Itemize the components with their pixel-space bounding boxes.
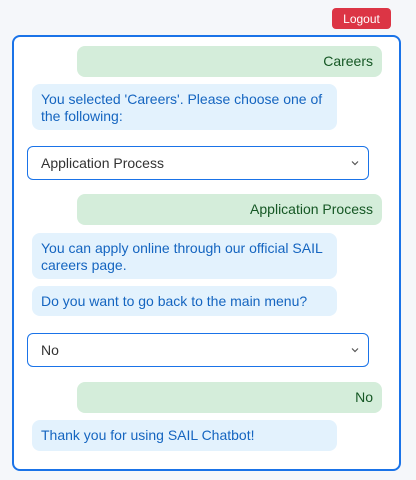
chevron-down-icon: [351, 161, 359, 166]
bot-message-text: Do you want to go back to the main menu?: [41, 293, 308, 309]
bot-message: You selected 'Careers'. Please choose on…: [32, 84, 337, 130]
bot-message: Thank you for using SAIL Chatbot!: [32, 420, 337, 451]
chat-window: Careers You selected 'Careers'. Please c…: [12, 35, 401, 471]
user-message-text: No: [355, 389, 373, 405]
user-message: Application Process: [77, 194, 382, 225]
bot-message: You can apply online through our officia…: [32, 233, 337, 279]
bot-message-text: You selected 'Careers'. Please choose on…: [41, 91, 323, 124]
menu-select[interactable]: No: [27, 333, 369, 367]
topic-select[interactable]: Application Process: [27, 146, 369, 180]
user-message: No: [77, 382, 382, 413]
logout-button[interactable]: Logout: [332, 8, 391, 29]
menu-select-value: No: [41, 342, 59, 358]
bot-message-text: Thank you for using SAIL Chatbot!: [41, 427, 255, 443]
chevron-down-icon: [351, 348, 359, 353]
topic-select-value: Application Process: [41, 155, 164, 171]
user-message: Careers: [77, 46, 382, 77]
bot-message: Do you want to go back to the main menu?: [32, 286, 337, 316]
user-message-text: Application Process: [250, 201, 373, 217]
bot-message-text: You can apply online through our officia…: [41, 240, 323, 273]
user-message-text: Careers: [323, 53, 373, 69]
